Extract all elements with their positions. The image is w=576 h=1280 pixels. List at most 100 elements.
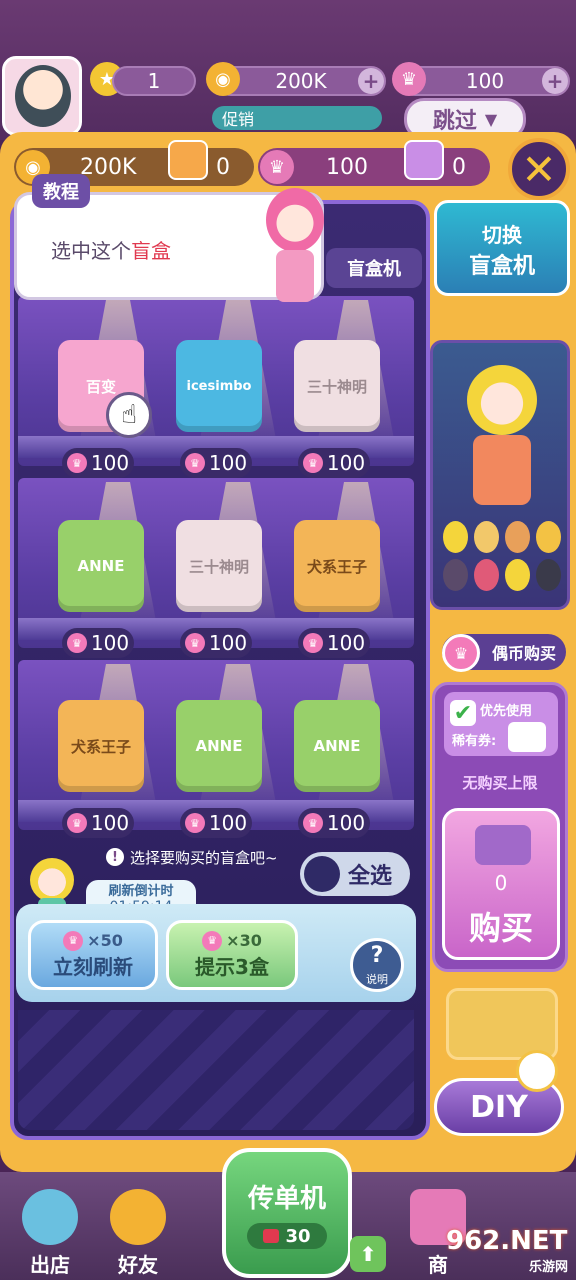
price-value: 100 — [208, 631, 248, 655]
flyer-machine-button[interactable]: 传单机 30 — [222, 1148, 352, 1278]
flyer-count-pill: 30 — [247, 1223, 327, 1249]
checkbox-checked-icon: ✔ — [450, 700, 476, 726]
refresh-label: 刷新倒计时 — [108, 884, 174, 899]
price-value: 100 — [90, 811, 130, 835]
help-label: 说明 — [366, 973, 388, 986]
select-all-label: 全选 — [348, 864, 393, 889]
price-tag: ♛ 100 — [180, 628, 252, 658]
close-button[interactable]: ✕ — [508, 138, 570, 200]
flyer-icon — [263, 1229, 280, 1243]
price-tag: ♛ 100 — [180, 448, 252, 478]
frame-gem-pill: ♛ 100 0 — [258, 148, 490, 186]
preview-character-head — [467, 365, 537, 435]
figure-icon — [443, 521, 468, 553]
blind-box[interactable]: icesimbo — [176, 340, 262, 432]
price-value: 100 — [90, 631, 130, 655]
watermark-main: 962.NET — [446, 1226, 568, 1256]
frame-coin-ticket-count: 0 — [216, 154, 230, 180]
machine-base — [18, 1010, 414, 1130]
pointer-hand-icon: ☝ — [106, 392, 152, 438]
guide-character — [262, 188, 328, 318]
box-label: 百变 — [85, 377, 116, 396]
diy-mascot — [512, 1050, 562, 1120]
machine-label: 盲盒机 — [326, 248, 422, 288]
friends-icon — [110, 1189, 166, 1245]
switch-label-2: 盲盒机 — [468, 254, 535, 279]
figure-icon — [536, 559, 561, 591]
nav-shop-out[interactable]: 出店 — [10, 1178, 90, 1278]
upgrade-arrow-icon[interactable]: ⬆ — [350, 1236, 386, 1272]
skip-label: 跳过 — [432, 109, 477, 134]
crown-icon: ♛ — [66, 453, 87, 473]
hint-three-button[interactable]: ♛ ×30 提示3盒 — [166, 920, 298, 990]
price-tag: ♛ 100 — [298, 808, 370, 838]
crown-icon: ♛ — [184, 813, 205, 833]
blind-box[interactable]: ANNE — [176, 700, 262, 792]
watermark-sub: 乐游网 — [528, 1260, 568, 1275]
nav-friends[interactable]: 好友 — [98, 1178, 178, 1278]
refresh-now-button[interactable]: ♛ ×50 立刻刷新 — [28, 920, 158, 990]
blind-box[interactable]: 三十神明 — [294, 340, 380, 432]
add-coins-button[interactable]: + — [358, 68, 384, 94]
price-tag: ♛ 100 — [62, 628, 134, 658]
crown-icon: ♛ — [184, 453, 205, 473]
blind-box[interactable]: ANNE — [58, 520, 144, 612]
hint-three-label: 提示3盒 — [195, 954, 269, 979]
crown-icon: ♛ — [63, 930, 84, 951]
guide-head — [266, 188, 324, 252]
crown-icon: ♛ — [202, 930, 223, 951]
mascot-head — [516, 1050, 558, 1092]
figure-icon — [474, 559, 499, 591]
crown-icon: ♛ — [392, 62, 426, 96]
crown-icon: ♛ — [442, 634, 480, 672]
crown-icon: ♛ — [66, 813, 87, 833]
box-label: 犬系王子 — [70, 737, 131, 756]
close-icon: ✕ — [521, 144, 557, 194]
frame-coin-count: 200K — [80, 154, 137, 180]
balloon-icon — [22, 1189, 78, 1245]
select-all-toggle[interactable]: 全选 — [300, 852, 410, 896]
box-label: 三十神明 — [306, 377, 367, 396]
price-value: 100 — [326, 811, 366, 835]
price-tag: ♛ 100 — [298, 448, 370, 478]
nav-store-label: 商 — [428, 1253, 448, 1277]
figure-icon — [443, 559, 468, 591]
box-label: ANNE — [313, 737, 361, 755]
info-icon: ! — [106, 848, 124, 866]
gem-ticket-icon — [404, 140, 444, 180]
help-button[interactable]: ? 说明 — [350, 938, 404, 992]
crown-icon: ♛ — [66, 633, 87, 653]
watermark: 962.NET 乐游网 — [446, 1226, 574, 1278]
blind-box[interactable]: ANNE — [294, 700, 380, 792]
figure-icon — [536, 521, 561, 553]
blind-box[interactable]: 三十神明 — [176, 520, 262, 612]
frame-gem-ticket-count: 0 — [452, 154, 466, 180]
price-tag: ♛ 100 — [298, 628, 370, 658]
switch-machine-button[interactable]: 切换 盲盒机 — [434, 200, 570, 296]
add-gems-button[interactable]: + — [542, 68, 568, 94]
flyer-label: 传单机 — [247, 1184, 326, 1214]
ticket-icon — [475, 825, 531, 865]
buy-label: 购买 — [468, 909, 533, 947]
blind-box[interactable]: 犬系王子 — [294, 520, 380, 612]
figure-icon — [505, 559, 530, 591]
box-label: ANNE — [195, 737, 243, 755]
switch-label-1: 切换 — [482, 223, 522, 247]
ticket-icon — [508, 722, 546, 752]
flyer-count: 30 — [285, 1225, 311, 1247]
blind-box[interactable]: 犬系王子 — [58, 700, 144, 792]
machine-preview — [430, 340, 570, 610]
buy-button[interactable]: 0 购买 — [442, 808, 560, 960]
promo-banner[interactable]: 促销 — [212, 106, 382, 130]
priority-ticket-option[interactable]: ✔ 优先使用 稀有券: — [444, 692, 558, 756]
priority-label-1: 优先使用 — [480, 704, 533, 719]
select-hint: ! 选择要购买的盲盒吧~ — [106, 846, 278, 868]
player-avatar[interactable] — [2, 56, 82, 136]
hint-cost: ×30 — [226, 931, 262, 950]
price-value: 100 — [208, 811, 248, 835]
box-label: ANNE — [77, 557, 125, 575]
crown-icon: ♛ — [302, 813, 323, 833]
price-tag: ♛ 100 — [62, 808, 134, 838]
box-label: icesimbo — [186, 378, 252, 394]
price-value: 100 — [326, 451, 366, 475]
